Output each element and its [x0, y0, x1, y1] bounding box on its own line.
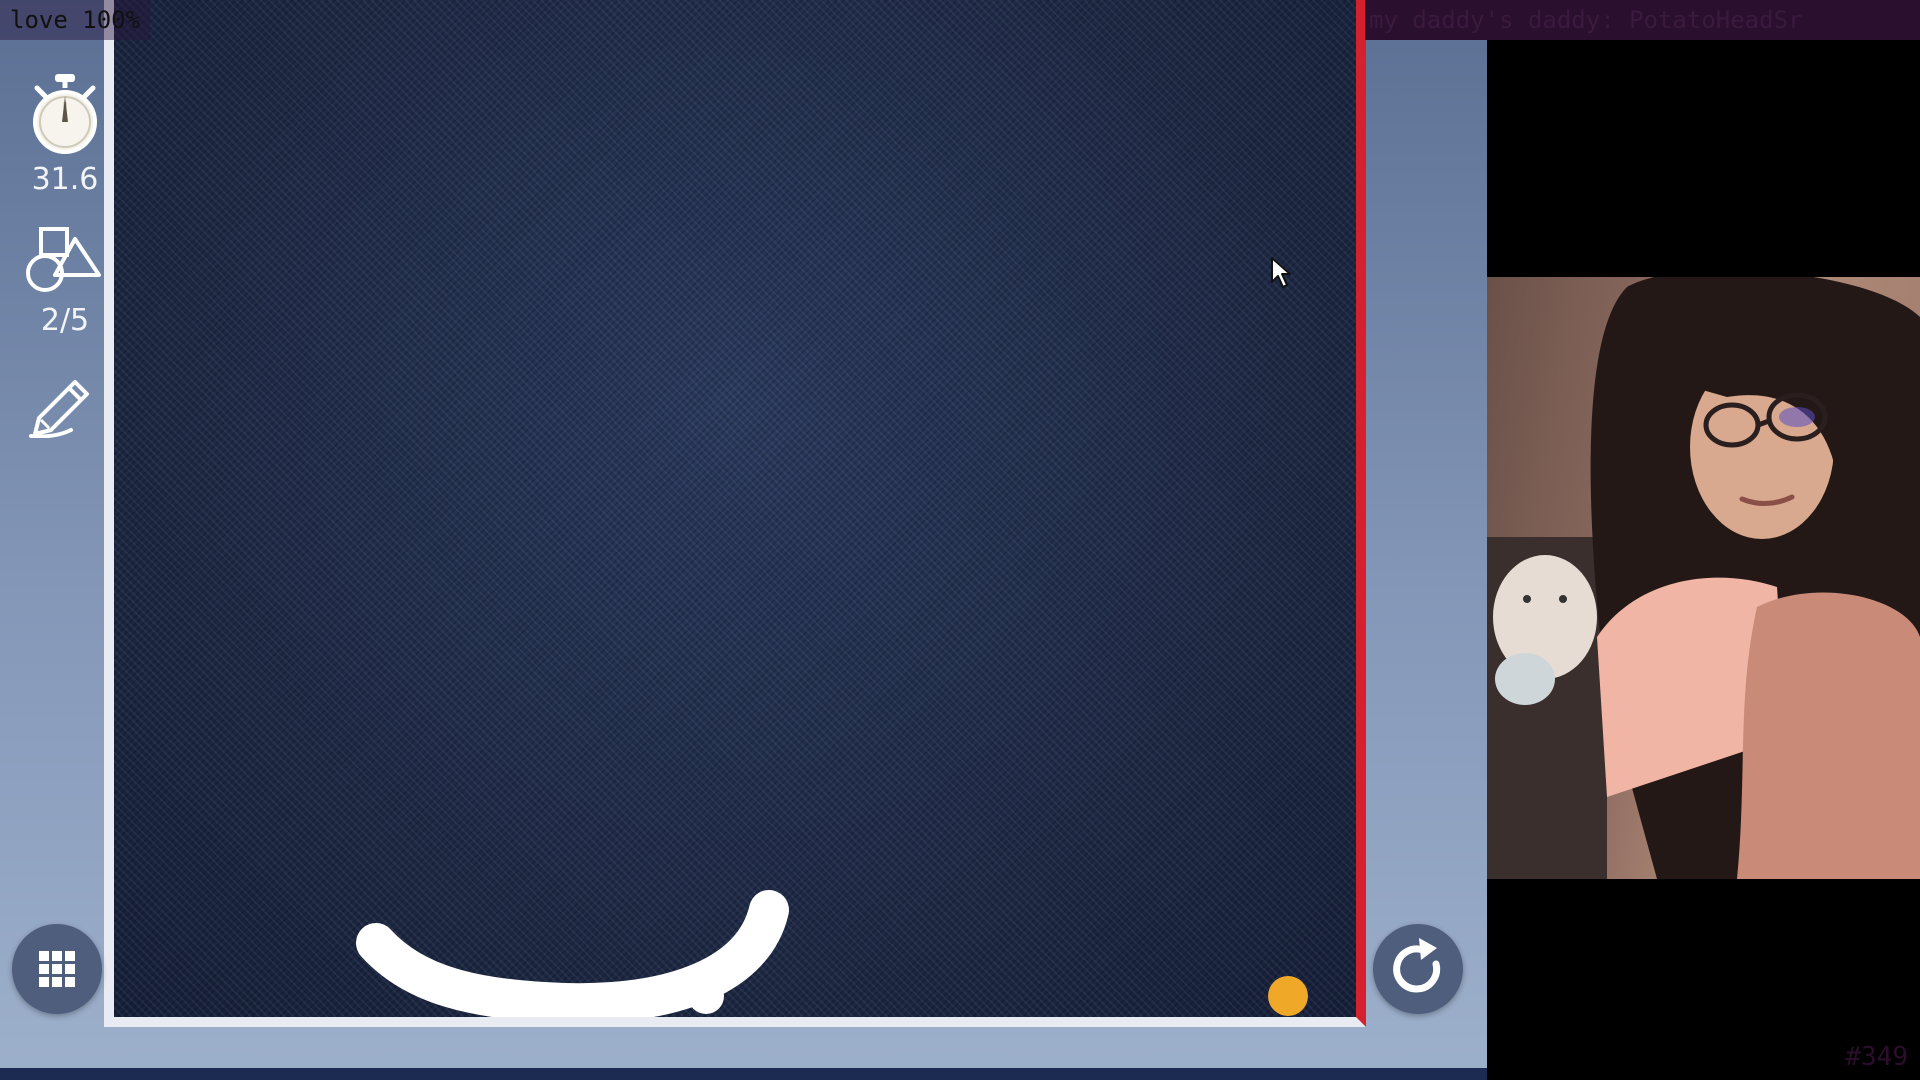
mouse-cursor-icon	[1271, 257, 1291, 288]
webcam-person	[1487, 277, 1920, 879]
restart-button[interactable]	[1373, 924, 1463, 1014]
bottom-bar	[0, 1068, 1487, 1080]
stopwatch-icon	[33, 74, 97, 154]
level-select-button[interactable]	[12, 924, 102, 1014]
webcam-feed	[1487, 277, 1920, 879]
restart-icon	[1393, 938, 1441, 993]
white-ball	[688, 978, 724, 1014]
pencil-icon[interactable]	[25, 368, 105, 438]
sidebar: 31.6 2/5	[0, 0, 118, 1080]
stream-overlay-right: my daddy's daddy: PotatoHeadSr	[1365, 0, 1920, 40]
grid-icon	[39, 951, 75, 987]
game-area: 31.6 2/5	[0, 0, 1487, 1080]
stream-overlay-left: love 100%	[0, 0, 151, 40]
board-drawing	[356, 890, 1308, 1017]
shapes-icon	[26, 227, 101, 292]
orange-ball	[1268, 976, 1308, 1016]
stream-counter: #349	[1845, 1042, 1908, 1072]
play-board[interactable]	[104, 0, 1366, 1027]
